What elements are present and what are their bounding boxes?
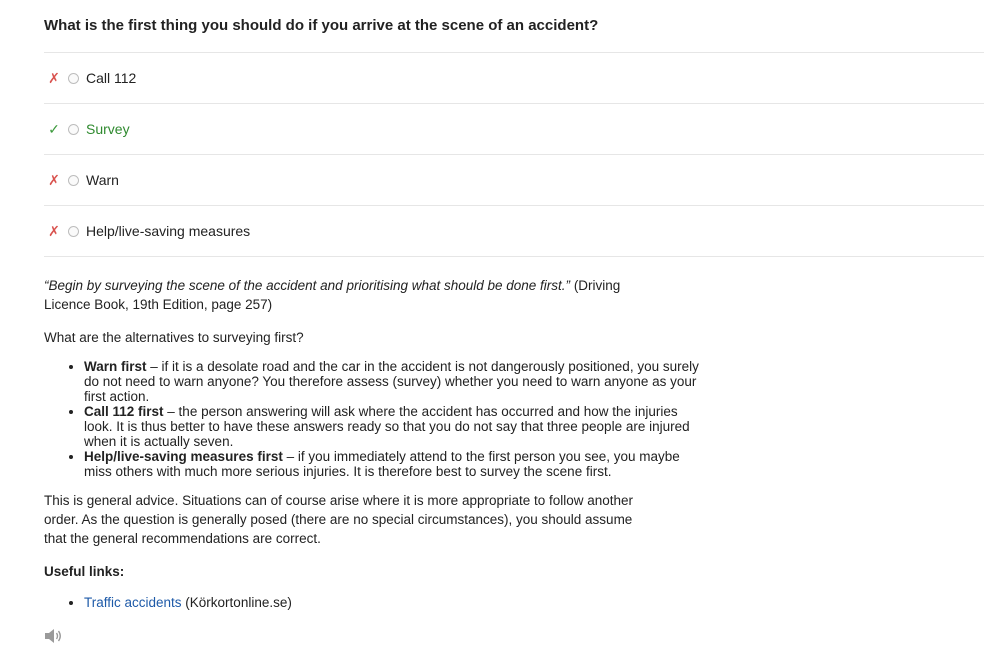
quote-paragraph: “Begin by surveying the scene of the acc… bbox=[44, 276, 634, 314]
radio-button[interactable] bbox=[68, 174, 79, 186]
link-source: (Körkortonline.se) bbox=[181, 595, 292, 610]
answer-option-warn[interactable]: ✗ Warn bbox=[44, 155, 984, 206]
list-item: Traffic accidents (Körkortonline.se) bbox=[84, 593, 704, 612]
alternative-title: Warn first bbox=[84, 359, 147, 374]
correct-mark-icon: ✓ bbox=[48, 120, 60, 137]
alternative-text: – if it is a desolate road and the car i… bbox=[84, 359, 699, 404]
radio-button[interactable] bbox=[68, 123, 79, 135]
quote-text: “Begin by surveying the scene of the acc… bbox=[44, 278, 571, 293]
wrong-mark-icon: ✗ bbox=[48, 222, 60, 239]
wrong-mark-icon: ✗ bbox=[48, 171, 60, 188]
alternatives-intro: What are the alternatives to surveying f… bbox=[44, 330, 304, 345]
answer-list: ✗ Call 112 ✓ Survey ✗ Warn ✗ Help/live-s… bbox=[44, 52, 984, 257]
answer-label[interactable]: Survey bbox=[86, 121, 130, 137]
alternative-text: – the person answering will ask where th… bbox=[84, 404, 690, 449]
answer-option-call-112[interactable]: ✗ Call 112 bbox=[44, 53, 984, 104]
traffic-accidents-link[interactable]: Traffic accidents bbox=[84, 595, 182, 610]
speaker-icon[interactable] bbox=[43, 627, 63, 645]
list-item: Call 112 first – the person answering wi… bbox=[84, 404, 704, 449]
useful-links-list: Traffic accidents (Körkortonline.se) bbox=[44, 593, 704, 612]
radio-button[interactable] bbox=[68, 72, 79, 84]
answer-option-survey[interactable]: ✓ Survey bbox=[44, 104, 984, 155]
alternative-title: Help/live-saving measures first bbox=[84, 449, 283, 464]
list-item: Help/live-saving measures first – if you… bbox=[84, 449, 704, 479]
question-title: What is the first thing you should do if… bbox=[44, 17, 599, 34]
answer-label[interactable]: Warn bbox=[86, 172, 119, 188]
alternatives-list: Warn first – if it is a desolate road an… bbox=[44, 359, 704, 479]
answer-label[interactable]: Help/live-saving measures bbox=[86, 223, 250, 239]
useful-links-heading: Useful links: bbox=[44, 564, 125, 579]
alternative-title: Call 112 first bbox=[84, 404, 164, 419]
general-advice: This is general advice. Situations can o… bbox=[44, 493, 634, 546]
answer-label[interactable]: Call 112 bbox=[86, 70, 136, 86]
list-item: Warn first – if it is a desolate road an… bbox=[84, 359, 704, 404]
answer-option-help[interactable]: ✗ Help/live-saving measures bbox=[44, 206, 984, 257]
explanation-section: “Begin by surveying the scene of the acc… bbox=[44, 276, 704, 612]
wrong-mark-icon: ✗ bbox=[48, 69, 60, 86]
radio-button[interactable] bbox=[68, 225, 79, 237]
